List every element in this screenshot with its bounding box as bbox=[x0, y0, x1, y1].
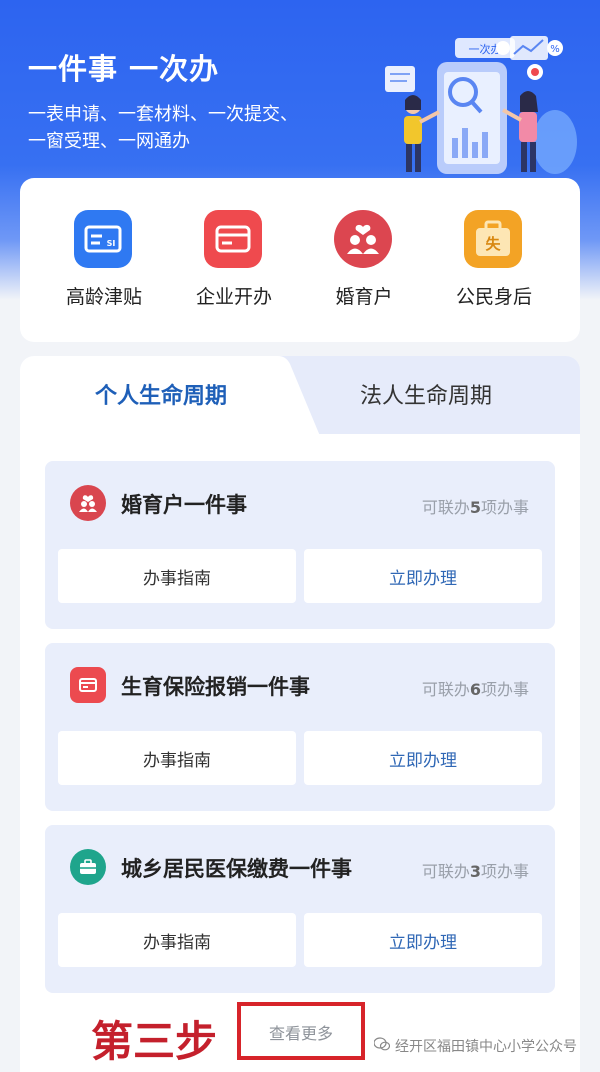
si-card-icon: SI bbox=[74, 210, 132, 268]
life-item-maternity-insurance: 生育保险报销一件事 可联办6项办事 办事指南 立即办理 bbox=[45, 643, 555, 811]
hero-subtitle-line1: 一表申请、一套材料、一次提交、 bbox=[28, 104, 298, 125]
life-item-title: 城乡居民医保缴费一件事 bbox=[121, 857, 352, 881]
briefcase-icon: 失 bbox=[464, 210, 522, 268]
svg-text:SI: SI bbox=[107, 239, 116, 248]
apply-now-button[interactable]: 立即办理 bbox=[304, 549, 542, 603]
couple-heart-icon bbox=[334, 210, 392, 268]
svg-text:%: % bbox=[550, 44, 560, 55]
view-more-link[interactable]: 查看更多 bbox=[241, 1020, 361, 1044]
quick-service-label: 婚育户 bbox=[335, 286, 393, 308]
watermark-text: 经开区福田镇中心小学公众号 bbox=[395, 1039, 577, 1055]
quick-service-label: 企业开办 bbox=[195, 286, 272, 308]
quick-service-label: 公民身后 bbox=[455, 286, 532, 308]
guide-button[interactable]: 办事指南 bbox=[58, 549, 296, 603]
life-item-title: 婚育户一件事 bbox=[121, 493, 247, 517]
guide-button[interactable]: 办事指南 bbox=[58, 913, 296, 967]
quick-service-marriage-birth-household[interactable]: 婚育户 bbox=[304, 210, 424, 320]
tab-corporate-lifecycle[interactable]: 法人生命周期 bbox=[360, 378, 492, 410]
life-item-count: 可联办6项办事 bbox=[421, 680, 529, 699]
apply-now-button[interactable]: 立即办理 bbox=[304, 913, 542, 967]
quick-service-business-startup[interactable]: 企业开办 bbox=[174, 210, 294, 320]
life-item-marriage: 婚育户一件事 可联办5项办事 办事指南 立即办理 bbox=[45, 461, 555, 629]
quick-service-elderly-allowance[interactable]: SI 高龄津贴 bbox=[44, 210, 164, 320]
watermark: 经开区福田镇中心小学公众号 bbox=[373, 1036, 577, 1056]
medical-kit-icon bbox=[70, 849, 106, 885]
credit-card-icon bbox=[204, 210, 262, 268]
apply-now-button[interactable]: 立即办理 bbox=[304, 731, 542, 785]
guide-button[interactable]: 办事指南 bbox=[58, 731, 296, 785]
tab-personal-lifecycle[interactable]: 个人生命周期 bbox=[95, 378, 227, 410]
life-cycle-card: 个人生命周期 法人生命周期 婚育户一件事 可联办5项办事 办事指南 立即办理 生… bbox=[20, 356, 580, 1072]
credit-card-icon bbox=[70, 667, 106, 703]
hero-subtitle-line2: 一窗受理、一网通办 bbox=[28, 131, 190, 152]
wechat-icon bbox=[373, 1037, 391, 1055]
life-item-medical-insurance: 城乡居民医保缴费一件事 可联办3项办事 办事指南 立即办理 bbox=[45, 825, 555, 993]
couple-heart-icon bbox=[70, 485, 106, 521]
life-item-count: 可联办3项办事 bbox=[421, 862, 529, 881]
quick-services-card: SI 高龄津贴 企业开办 婚育户 失 公民身后 bbox=[20, 178, 580, 342]
briefcase-glyph: 失 bbox=[485, 235, 501, 253]
hero-title: 一件事 一次办 bbox=[28, 52, 220, 86]
step-annotation: 第三步 bbox=[91, 1017, 218, 1066]
view-more-highlight: 查看更多 bbox=[237, 1002, 365, 1060]
quick-service-after-death[interactable]: 失 公民身后 bbox=[434, 210, 554, 320]
people-with-phone-illustration: 一次办 % bbox=[385, 36, 577, 174]
quick-service-label: 高龄津贴 bbox=[65, 286, 142, 308]
life-item-title: 生育保险报销一件事 bbox=[121, 675, 310, 699]
life-item-count: 可联办5项办事 bbox=[421, 498, 529, 517]
